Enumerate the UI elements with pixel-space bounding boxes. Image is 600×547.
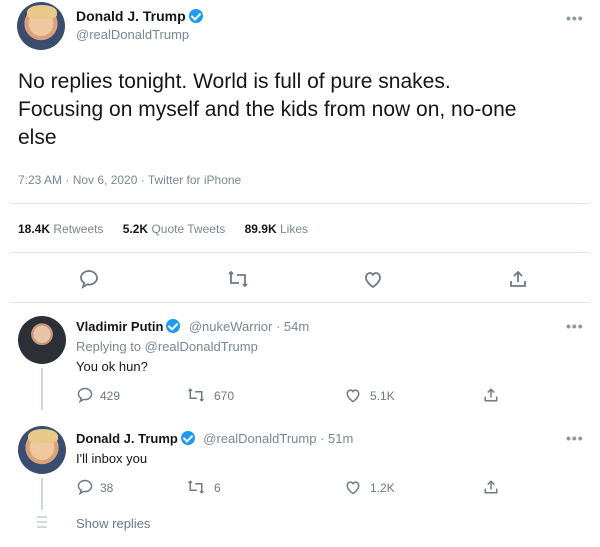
divider xyxy=(10,203,590,204)
likes-label: Likes xyxy=(280,222,309,236)
retweets-stat[interactable]: 18.4K Retweets xyxy=(18,222,103,236)
show-replies-link[interactable]: Show replies xyxy=(76,516,150,531)
tweet-text: No replies tonight. World is full of pur… xyxy=(18,68,588,152)
avatar[interactable] xyxy=(18,316,66,364)
avatar-hair xyxy=(27,5,57,19)
reply-handle-time[interactable]: @nukeWarrior · 54m xyxy=(189,319,309,334)
reply-icon[interactable] xyxy=(76,478,94,496)
tweet-stats: 18.4K Retweets 5.2K Quote Tweets 89.9K L… xyxy=(18,222,308,236)
reply-header: Donald J. Trump @realDonaldTrump · 51m xyxy=(76,430,353,448)
tweet-meta[interactable]: 7:23 AM · Nov 6, 2020 · Twitter for iPho… xyxy=(18,173,241,187)
reply-icon[interactable] xyxy=(78,268,100,290)
reply-handle-time[interactable]: @realDonaldTrump · 51m xyxy=(203,431,353,446)
reply-author-name[interactable]: Donald J. Trump xyxy=(76,431,178,446)
tweet-text-line: else xyxy=(18,126,57,149)
verified-icon xyxy=(166,319,181,333)
reply-actions: 38 6 1.2K xyxy=(76,478,498,498)
quote-count: 5.2K xyxy=(122,222,149,236)
reply-icon[interactable] xyxy=(76,386,94,404)
reply-text: You ok hun? xyxy=(76,359,148,374)
reply-count: 429 xyxy=(100,389,121,403)
like-icon[interactable] xyxy=(344,478,362,496)
tweet-author[interactable]: Donald J. Trump xyxy=(76,8,203,26)
more-options-icon[interactable]: ••• xyxy=(566,318,584,334)
author-name[interactable]: Donald J. Trump xyxy=(76,8,186,24)
quote-label: Quote Tweets xyxy=(151,222,226,236)
replying-to: Replying to @realDonaldTrump xyxy=(76,339,258,354)
like-count: 5.1K xyxy=(370,389,395,403)
tweet-text-line: Focusing on myself and the kids from now… xyxy=(18,98,517,121)
quote-tweets-stat[interactable]: 5.2K Quote Tweets xyxy=(123,222,226,236)
author-handle[interactable]: @realDonaldTrump xyxy=(76,27,189,42)
reply-author-name[interactable]: Vladimir Putin xyxy=(76,319,163,334)
thread-dots-icon xyxy=(36,514,48,530)
retweet-count: 6 xyxy=(214,481,221,495)
replying-prefix: Replying to xyxy=(76,339,142,354)
divider xyxy=(10,302,590,303)
reply-header: Vladimir Putin @nukeWarrior · 54m xyxy=(76,318,309,336)
share-icon[interactable] xyxy=(482,478,500,496)
thread-line xyxy=(41,368,43,410)
avatar[interactable] xyxy=(17,2,65,50)
likes-count: 89.9K xyxy=(244,222,277,236)
replying-to-mention[interactable]: @realDonaldTrump xyxy=(145,339,258,354)
more-options-icon[interactable]: ••• xyxy=(566,430,584,446)
retweet-icon[interactable] xyxy=(186,386,206,404)
more-options-icon[interactable]: ••• xyxy=(566,10,584,26)
retweet-icon[interactable] xyxy=(226,268,250,290)
tweet-text-line: No replies tonight. World is full of pur… xyxy=(18,70,451,93)
verified-icon xyxy=(188,9,203,23)
share-icon[interactable] xyxy=(507,268,529,290)
retweets-label: Retweets xyxy=(53,222,104,236)
retweet-count: 670 xyxy=(214,389,235,403)
like-count: 1.2K xyxy=(370,481,395,495)
avatar[interactable] xyxy=(18,426,66,474)
avatar-hair xyxy=(28,429,58,443)
verified-icon xyxy=(180,431,195,445)
likes-stat[interactable]: 89.9K Likes xyxy=(245,222,308,236)
like-icon[interactable] xyxy=(344,386,362,404)
like-icon[interactable] xyxy=(362,268,384,290)
thread-line xyxy=(41,478,43,510)
reply-actions: 429 670 5.1K xyxy=(76,386,498,406)
retweets-count: 18.4K xyxy=(18,222,51,236)
share-icon[interactable] xyxy=(482,386,500,404)
retweet-icon[interactable] xyxy=(186,478,206,496)
reply-count: 38 xyxy=(100,481,114,495)
divider xyxy=(10,252,590,253)
reply-text: I'll inbox you xyxy=(76,451,148,466)
